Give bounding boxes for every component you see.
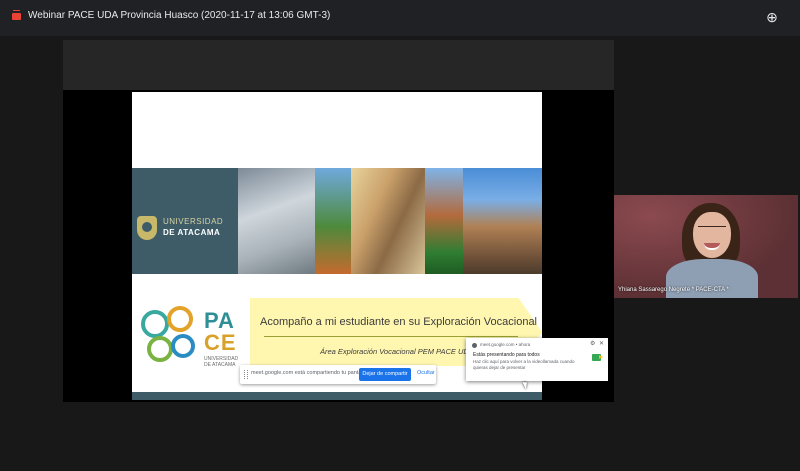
headline-divider — [264, 336, 518, 337]
university-logo: UNIVERSIDAD DE ATACAMA — [137, 216, 232, 242]
meeting-title: Webinar PACE UDA Provincia Huasco (2020-… — [28, 10, 331, 21]
hide-share-bar-button[interactable]: Ocultar — [417, 370, 435, 376]
drag-handle-icon[interactable] — [244, 370, 248, 379]
pace-logo-line1: PA — [204, 308, 235, 333]
university-shield-icon — [137, 216, 157, 240]
pace-logo-subtitle: UNIVERSIDAD DE ATACAMA — [204, 356, 239, 368]
slide-subheadline: Área Exploración Vocacional PEM PACE UDA — [320, 347, 474, 356]
participant-face — [693, 212, 731, 258]
gear-icon — [141, 310, 169, 338]
participant-glasses — [698, 226, 726, 234]
pace-logo-line2: CE — [204, 330, 237, 355]
calendar-icon — [12, 10, 21, 20]
gear-icon — [171, 334, 195, 358]
participant-video-tile[interactable]: Yhiana Sassarego Negrete * PACE-CTA * — [614, 195, 798, 298]
campus-photo-1 — [238, 168, 315, 274]
notification-title: Estás presentando para todos — [473, 352, 540, 358]
gear-icon — [167, 306, 193, 332]
presentation-header-area — [63, 40, 614, 90]
notification-body: Haz clic aquí para volver a la videollam… — [473, 359, 575, 370]
add-person-icon[interactable]: ⊕ — [764, 9, 780, 25]
close-icon[interactable]: ✕ — [599, 340, 604, 347]
slide-gap — [132, 274, 542, 284]
campus-photo-5 — [463, 168, 542, 274]
share-message: meet.google.com está compartiendo tu pan… — [251, 370, 369, 376]
screen-share-bar: meet.google.com está compartiendo tu pan… — [240, 365, 436, 384]
participant-name: Yhiana Sassarego Negrete * PACE-CTA * — [618, 287, 729, 293]
gear-icon — [147, 336, 173, 362]
presenting-notification[interactable]: meet.google.com • ahora ⚙ ✕ Estás presen… — [466, 338, 608, 381]
university-name-line1: UNIVERSIDAD — [163, 217, 224, 226]
slide-footer-bar — [132, 392, 542, 400]
campus-photo-3 — [351, 168, 425, 274]
campus-photo-2 — [315, 168, 351, 274]
university-name-line2: DE ATACAMA — [163, 228, 221, 237]
gear-icon[interactable]: ⚙ — [590, 340, 595, 347]
notification-source: meet.google.com • ahora — [480, 342, 531, 347]
chrome-icon — [472, 343, 477, 348]
meeting-top-bar: Webinar PACE UDA Provincia Huasco (2020-… — [0, 0, 800, 36]
campus-photo-4 — [425, 168, 463, 274]
stop-sharing-button[interactable]: Dejar de compartir — [359, 368, 411, 381]
slide-headline: Acompaño a mi estudiante en su Exploraci… — [260, 316, 538, 328]
meet-app-icon — [592, 354, 603, 361]
pace-gears-icon — [141, 306, 201, 366]
